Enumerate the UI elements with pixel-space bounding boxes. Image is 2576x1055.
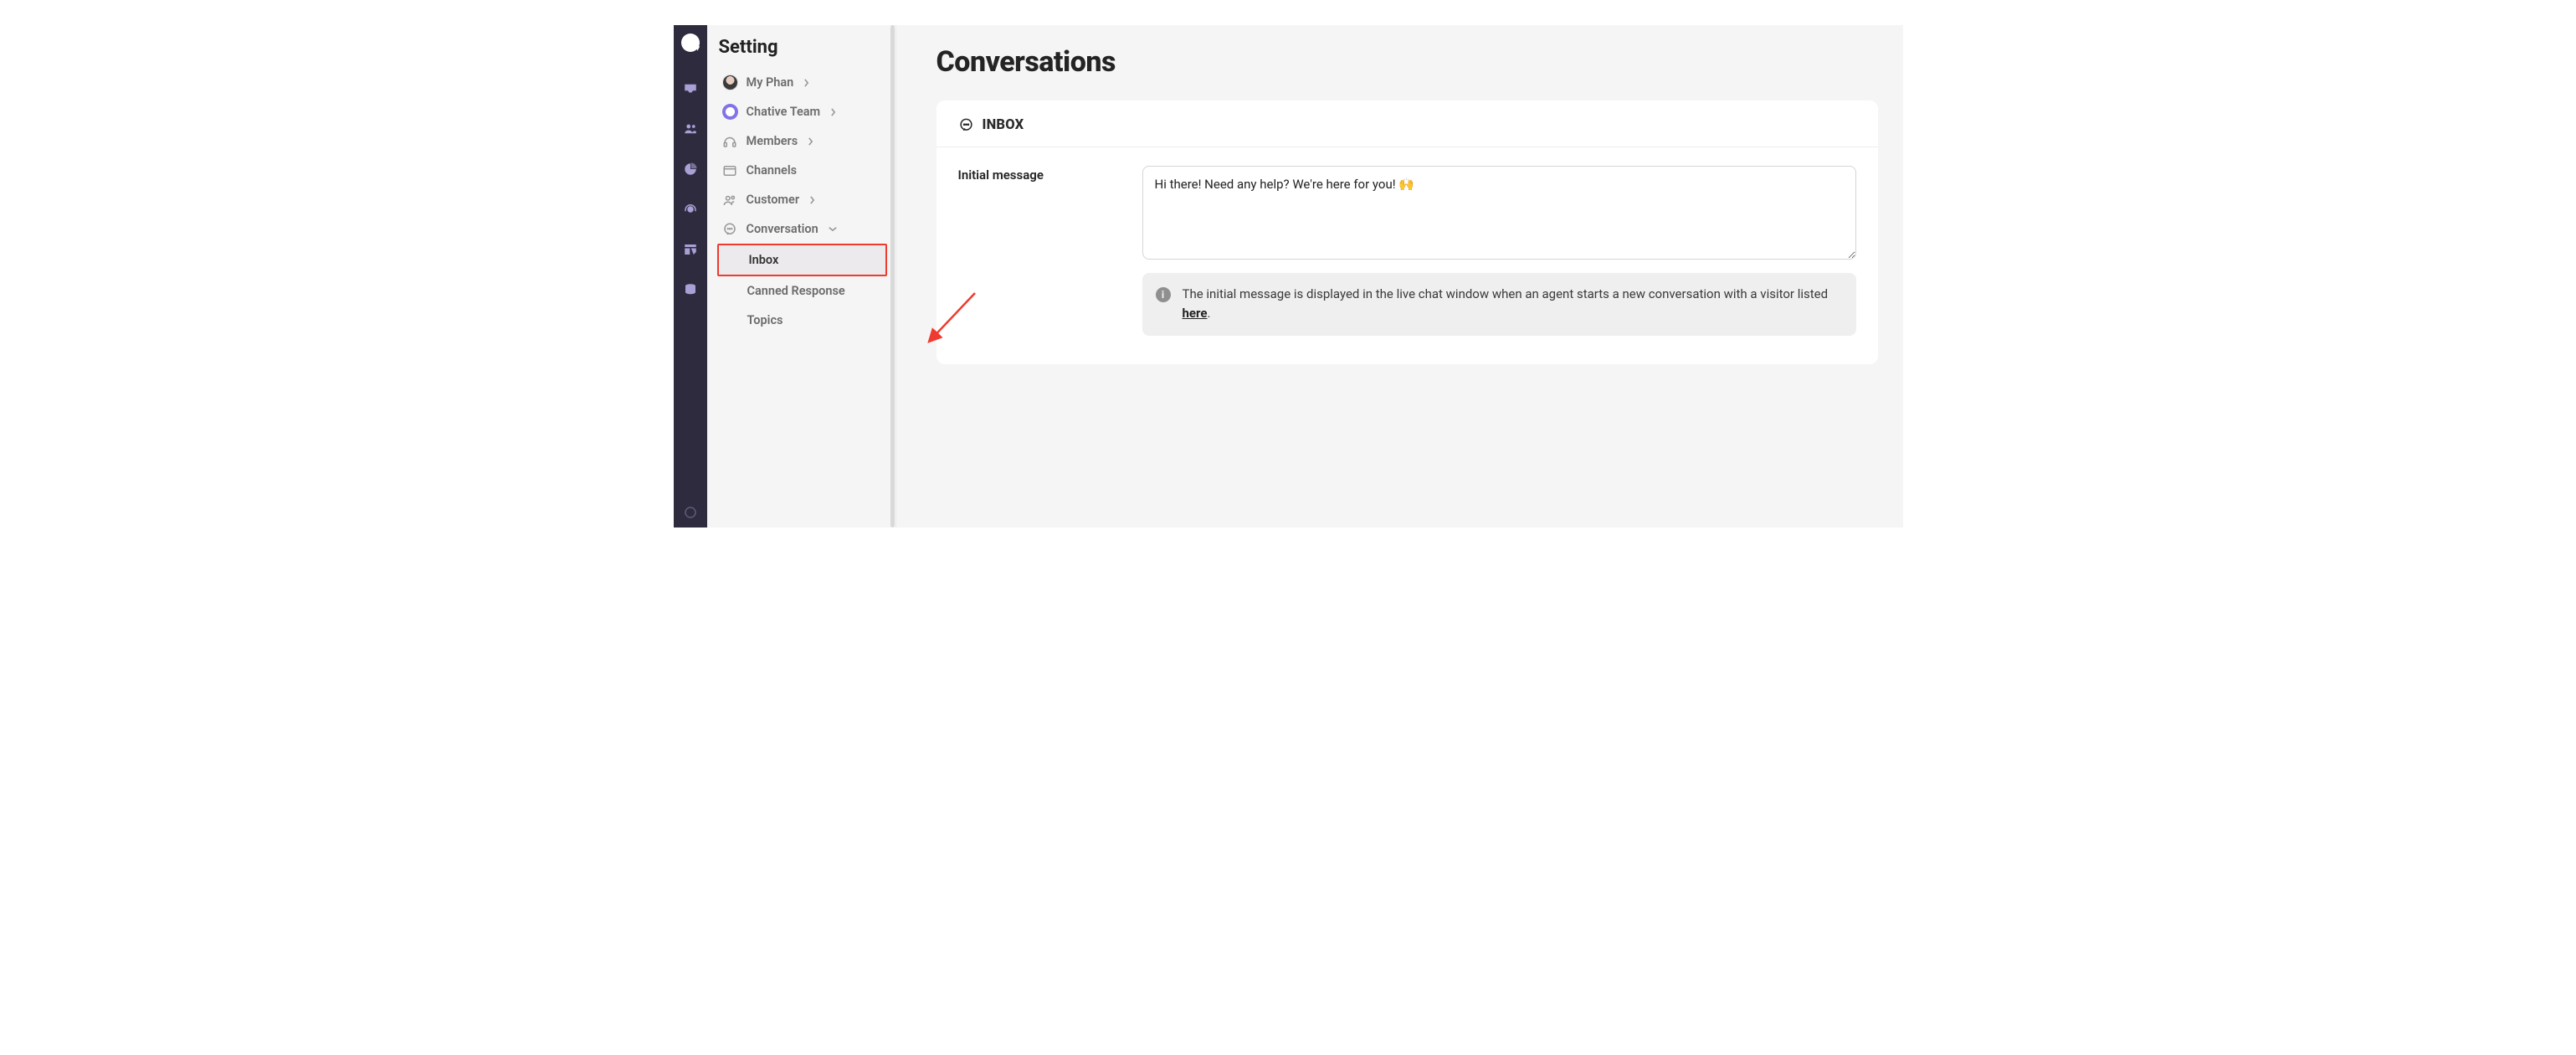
agent-headset-icon — [683, 202, 698, 217]
nav-item-agent[interactable] — [682, 201, 699, 218]
side-item-label: Conversation — [747, 222, 818, 236]
pie-chart-icon — [683, 162, 698, 177]
side-sub-canned-response[interactable]: Canned Response — [719, 276, 890, 306]
chat-bubble-dots-icon — [958, 117, 974, 133]
card-header-title: INBOX — [983, 117, 1024, 133]
customers-icon — [722, 192, 738, 208]
chevron-right-icon — [830, 108, 836, 116]
nav-item-reports[interactable] — [682, 161, 699, 178]
side-sub-topics[interactable]: Topics — [719, 306, 890, 335]
chevron-down-icon — [829, 226, 837, 232]
info-box: i The initial message is displayed in th… — [1142, 273, 1856, 336]
side-item-label: Members — [747, 134, 798, 148]
layout-icon — [683, 242, 698, 257]
info-icon: i — [1156, 287, 1171, 302]
side-item-members[interactable]: Members — [719, 126, 890, 156]
settings-side-panel: Setting My Phan Chative Team Members Cha… — [707, 25, 896, 528]
nav-item-settings[interactable] — [682, 504, 699, 521]
inbox-settings-card: INBOX Initial message i The initial mess… — [936, 100, 1878, 364]
panel-title: Setting — [719, 35, 890, 68]
nav-item-data[interactable] — [682, 281, 699, 298]
nav-item-inbox[interactable] — [682, 80, 699, 97]
side-item-user[interactable]: My Phan — [719, 68, 890, 97]
info-text-before: The initial message is displayed in the … — [1183, 286, 1829, 301]
chat-bubble-icon — [722, 221, 738, 237]
side-item-channels[interactable]: Channels — [719, 156, 890, 185]
scrollbar[interactable] — [890, 25, 895, 528]
card-header: INBOX — [936, 100, 1878, 147]
nav-rail — [674, 25, 707, 528]
initial-message-label: Initial message — [958, 166, 1119, 336]
visitor-list-link[interactable]: here — [1183, 306, 1208, 321]
side-item-label: Chative Team — [747, 105, 821, 119]
avatar — [722, 75, 738, 90]
side-item-customer[interactable]: Customer — [719, 185, 890, 214]
side-sub-inbox[interactable]: Inbox — [717, 244, 887, 276]
window-icon — [722, 162, 738, 178]
side-item-label: My Phan — [747, 75, 794, 90]
side-item-conversation[interactable]: Conversation — [719, 214, 890, 244]
chevron-right-icon — [808, 137, 813, 146]
side-item-team[interactable]: Chative Team — [719, 97, 890, 126]
settings-partial-icon — [683, 505, 698, 520]
people-icon — [683, 121, 698, 136]
team-icon — [722, 104, 738, 120]
side-item-label: Channels — [747, 163, 798, 178]
info-text: The initial message is displayed in the … — [1183, 285, 1843, 324]
nav-item-template[interactable] — [682, 241, 699, 258]
scrollbar-thumb[interactable] — [890, 25, 895, 528]
inbox-tray-icon — [683, 81, 698, 96]
initial-message-textarea[interactable] — [1142, 166, 1856, 260]
app-logo[interactable] — [681, 33, 700, 52]
database-icon — [683, 282, 698, 297]
headphones-icon — [722, 133, 738, 149]
chevron-right-icon — [803, 79, 809, 87]
info-text-after: . — [1207, 306, 1210, 321]
chevron-right-icon — [809, 196, 815, 204]
main-content: Conversations INBOX Initial message i Th… — [896, 25, 1903, 528]
nav-item-people[interactable] — [682, 121, 699, 137]
page-title: Conversations — [936, 45, 1878, 79]
side-item-label: Customer — [747, 193, 800, 207]
